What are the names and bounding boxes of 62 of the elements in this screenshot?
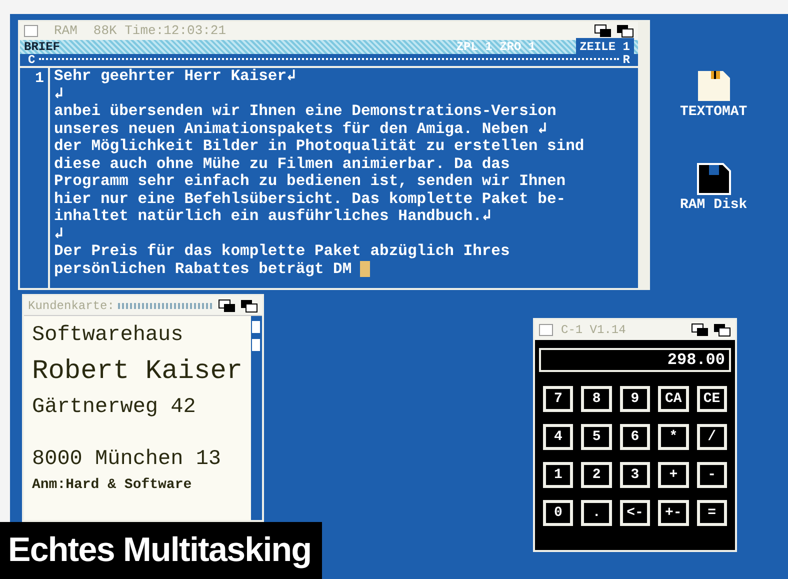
depth-back-icon[interactable] xyxy=(218,298,236,312)
calculator-key[interactable]: / xyxy=(696,424,727,450)
text-line: persönlichen Rabattes beträgt DM xyxy=(54,260,352,278)
calculator-key[interactable]: CE xyxy=(696,386,727,412)
calculator-key[interactable]: 8 xyxy=(581,386,612,412)
calculator-key[interactable]: - xyxy=(696,462,727,488)
calculator-key[interactable]: 1 xyxy=(543,462,574,488)
card-line: 8000 München 13 xyxy=(32,446,222,472)
calculator-key[interactable]: * xyxy=(658,424,689,450)
text-line: anbei übersenden wir Ihnen eine Demonstrations-Version xyxy=(54,103,556,120)
text-line: Programm sehr einfach zu bedienen ist, senden wir Ihnen xyxy=(54,173,566,190)
ruler-left-mark: C xyxy=(28,52,36,69)
text-line: hier nur eine Befehlsübersicht. Das komplette Paket be- xyxy=(54,190,566,208)
text-line: diese auch ohne Mühe zu Filmen animierbar. Da das xyxy=(54,156,510,173)
calculator-display: 298.00 xyxy=(667,350,725,371)
card-line: Gärtnerweg 42 xyxy=(32,395,197,421)
text-line: der Möglichkeit Bilder in Photoqualität zu erstellen sind xyxy=(54,138,584,156)
window-title: C-1 V1.14 xyxy=(561,322,626,339)
line-number: 1 xyxy=(34,69,44,87)
calculator-key[interactable]: 4 xyxy=(543,424,574,450)
calculator-key[interactable]: 3 xyxy=(620,462,650,488)
calculator-key[interactable]: 5 xyxy=(581,424,612,450)
scroll-down-icon[interactable] xyxy=(251,338,262,352)
scroll-bar[interactable] xyxy=(640,20,650,290)
text-line: inhaltet natürlich ein ausführliches Handbuch.↲ xyxy=(54,208,492,226)
card-line: Softwarehaus xyxy=(32,323,184,349)
text-line: Sehr geehrter Herr Kaiser↲ xyxy=(54,68,296,86)
document-name: BRIEF xyxy=(24,39,60,55)
calculator-key[interactable]: . xyxy=(581,500,612,526)
calculator-key[interactable]: = xyxy=(696,500,727,526)
depth-front-icon[interactable] xyxy=(240,298,258,312)
depth-back-icon[interactable] xyxy=(691,323,709,337)
calculator-key[interactable]: + xyxy=(658,462,689,488)
window-title: Kundenkarte: xyxy=(28,298,114,314)
window-title: RAM xyxy=(54,22,78,40)
calculator-key[interactable]: 6 xyxy=(620,424,650,450)
card-line: Robert Kaiser xyxy=(32,356,243,388)
close-gadget-icon[interactable] xyxy=(24,25,38,37)
calculator-key[interactable]: <- xyxy=(620,500,650,526)
card-line: Anm:Hard & Software xyxy=(32,476,193,495)
text-line: ↲ xyxy=(54,86,64,103)
icon-label[interactable]: RAM Disk xyxy=(680,195,748,216)
depth-front-icon[interactable] xyxy=(616,24,634,38)
calculator-key[interactable]: CA xyxy=(658,386,689,412)
document-icon[interactable] xyxy=(696,70,731,102)
text-line: ↲ xyxy=(54,226,64,243)
calculator-key[interactable]: 0 xyxy=(543,500,574,526)
position-indicator: ZPL 1 ZRO 1 xyxy=(456,39,536,56)
icon-label[interactable]: TEXTOMAT xyxy=(680,102,748,123)
calculator-key[interactable]: 2 xyxy=(581,462,612,488)
text-line: Der Preis für das komplette Paket abzüglich Ihres xyxy=(54,243,510,260)
caption: Echtes Multitasking xyxy=(8,530,312,571)
memory-time-info: 88K Time:12:03:21 xyxy=(93,22,226,40)
scroll-up-icon[interactable] xyxy=(251,320,262,334)
calculator-key[interactable]: 9 xyxy=(620,386,650,412)
depth-front-icon[interactable] xyxy=(713,323,731,337)
calculator-key[interactable]: 7 xyxy=(543,386,574,412)
scroll-bar[interactable] xyxy=(250,316,262,520)
text-line: unseres neuen Animationspakets für den Amiga. Neben ↲ xyxy=(54,120,548,138)
calculator-key[interactable]: +- xyxy=(658,500,689,526)
close-gadget-icon[interactable] xyxy=(539,324,553,336)
depth-back-icon[interactable] xyxy=(594,24,612,38)
